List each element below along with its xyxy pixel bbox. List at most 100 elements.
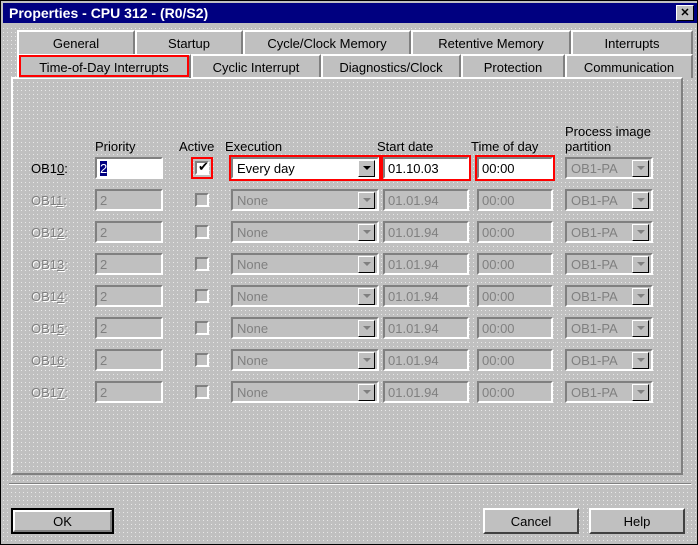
- time-of-day-input-ob14[interactable]: 00:00: [477, 285, 553, 307]
- time-of-day-input-ob17[interactable]: 00:00: [477, 381, 553, 403]
- process-image-select-ob14[interactable]: OB1-PA: [565, 285, 653, 307]
- chevron-down-icon[interactable]: [358, 319, 375, 337]
- row-label-ob10: OB10:: [31, 161, 68, 176]
- priority-input-ob17[interactable]: 2: [95, 381, 163, 403]
- tab-retentive-memory[interactable]: Retentive Memory: [411, 30, 571, 54]
- execution-value: None: [237, 224, 269, 240]
- tab-diagnostics-clock[interactable]: Diagnostics/Clock: [321, 54, 461, 78]
- priority-input-ob10[interactable]: 2: [95, 157, 163, 179]
- active-checkbox-ob17[interactable]: [195, 385, 209, 399]
- tab-label: Cycle/Clock Memory: [267, 35, 387, 51]
- start-date-input-ob10[interactable]: 01.10.03: [383, 157, 469, 179]
- chevron-down-icon[interactable]: [632, 255, 649, 273]
- priority-value: 2: [100, 352, 108, 368]
- process-image-select-ob12[interactable]: OB1-PA: [565, 221, 653, 243]
- column-header-priority: Priority: [95, 139, 136, 154]
- process-image-select-ob11[interactable]: OB1-PA: [565, 189, 653, 211]
- tab-interrupts[interactable]: Interrupts: [571, 30, 693, 54]
- column-header-time-of-day: Time of day: [471, 139, 539, 154]
- priority-value: 2: [100, 224, 108, 240]
- priority-input-ob13[interactable]: 2: [95, 253, 163, 275]
- tab-general[interactable]: General: [17, 30, 135, 54]
- chevron-down-icon[interactable]: [358, 191, 375, 209]
- start-date-input-ob16[interactable]: 01.01.94: [383, 349, 469, 371]
- time-of-day-input-ob13[interactable]: 00:00: [477, 253, 553, 275]
- active-checkbox-ob16[interactable]: [195, 353, 209, 367]
- execution-value: Every day: [237, 160, 295, 176]
- chevron-down-icon[interactable]: [358, 383, 375, 401]
- window-title: Properties - CPU 312 - (R0/S2): [9, 5, 209, 21]
- row-label-ob11: OB11:: [31, 193, 67, 208]
- priority-value: 2: [100, 160, 108, 176]
- chevron-down-icon[interactable]: [358, 223, 375, 241]
- chevron-down-icon[interactable]: [358, 287, 375, 305]
- start-date-input-ob11[interactable]: 01.01.94: [383, 189, 469, 211]
- active-checkbox-ob10[interactable]: ✔: [195, 161, 209, 175]
- priority-input-ob14[interactable]: 2: [95, 285, 163, 307]
- tab-protection[interactable]: Protection: [461, 54, 565, 78]
- start-date-input-ob13[interactable]: 01.01.94: [383, 253, 469, 275]
- execution-select-ob10[interactable]: Every day: [231, 157, 379, 179]
- chevron-down-icon[interactable]: [632, 383, 649, 401]
- active-checkbox-ob12[interactable]: [195, 225, 209, 239]
- chevron-down-icon[interactable]: [358, 351, 375, 369]
- ok-button[interactable]: OK: [11, 508, 114, 534]
- tab-cyclic-interrupt[interactable]: Cyclic Interrupt: [191, 54, 321, 78]
- start-date-input-ob12[interactable]: 01.01.94: [383, 221, 469, 243]
- process-image-select-ob15[interactable]: OB1-PA: [565, 317, 653, 339]
- execution-select-ob17[interactable]: None: [231, 381, 379, 403]
- close-glyph: ✕: [680, 6, 690, 19]
- cancel-button[interactable]: Cancel: [483, 508, 579, 534]
- tab-strip: General Startup Cycle/Clock Memory Retentiv…: [3, 25, 697, 82]
- priority-input-ob16[interactable]: 2: [95, 349, 163, 371]
- tab-label: Communication: [583, 59, 675, 75]
- execution-select-ob11[interactable]: None: [231, 189, 379, 211]
- process-image-select-ob13[interactable]: OB1-PA: [565, 253, 653, 275]
- column-header-start-date: Start date: [377, 139, 434, 154]
- priority-input-ob15[interactable]: 2: [95, 317, 163, 339]
- time-of-day-input-ob12[interactable]: 00:00: [477, 221, 553, 243]
- priority-input-ob11[interactable]: 2: [95, 189, 163, 211]
- execution-select-ob14[interactable]: None: [231, 285, 379, 307]
- time-of-day-value: 00:00: [482, 160, 515, 176]
- tab-time-of-day-interrupts[interactable]: Time-of-Day Interrupts: [17, 54, 191, 78]
- chevron-down-icon[interactable]: [632, 191, 649, 209]
- process-image-select-ob16[interactable]: OB1-PA: [565, 349, 653, 371]
- process-image-select-ob17[interactable]: OB1-PA: [565, 381, 653, 403]
- title-bar[interactable]: Properties - CPU 312 - (R0/S2) ✕: [3, 3, 697, 23]
- chevron-down-icon[interactable]: [632, 159, 649, 177]
- time-of-day-input-ob10[interactable]: 00:00: [477, 157, 553, 179]
- active-checkbox-ob15[interactable]: [195, 321, 209, 335]
- active-checkbox-ob13[interactable]: [195, 257, 209, 271]
- help-button[interactable]: Help: [589, 508, 685, 534]
- chevron-down-icon[interactable]: [358, 159, 375, 177]
- time-of-day-input-ob16[interactable]: 00:00: [477, 349, 553, 371]
- chevron-down-icon[interactable]: [358, 255, 375, 273]
- row-label-ob14: OB14:: [31, 289, 68, 304]
- chevron-down-icon[interactable]: [632, 351, 649, 369]
- start-date-input-ob14[interactable]: 01.01.94: [383, 285, 469, 307]
- tab-communication[interactable]: Communication: [565, 54, 693, 78]
- start-date-input-ob15[interactable]: 01.01.94: [383, 317, 469, 339]
- time-of-day-input-ob15[interactable]: 00:00: [477, 317, 553, 339]
- process-image-value: OB1-PA: [571, 384, 618, 400]
- time-of-day-input-ob11[interactable]: 00:00: [477, 189, 553, 211]
- priority-input-ob12[interactable]: 2: [95, 221, 163, 243]
- active-checkbox-ob14[interactable]: [195, 289, 209, 303]
- close-icon[interactable]: ✕: [676, 5, 694, 21]
- process-image-select-ob10[interactable]: OB1-PA: [565, 157, 653, 179]
- start-date-input-ob17[interactable]: 01.01.94: [383, 381, 469, 403]
- execution-select-ob12[interactable]: None: [231, 221, 379, 243]
- active-checkbox-ob11[interactable]: [195, 193, 209, 207]
- chevron-down-icon[interactable]: [632, 223, 649, 241]
- chevron-down-icon[interactable]: [632, 319, 649, 337]
- tab-cycle-clock-memory[interactable]: Cycle/Clock Memory: [243, 30, 411, 54]
- tab-content-panel: Priority Active Execution Start date Tim…: [11, 77, 683, 475]
- time-of-day-value: 00:00: [482, 320, 515, 336]
- execution-select-ob13[interactable]: None: [231, 253, 379, 275]
- execution-select-ob15[interactable]: None: [231, 317, 379, 339]
- tab-startup[interactable]: Startup: [135, 30, 243, 54]
- dialog-body: General Startup Cycle/Clock Memory Retentiv…: [3, 25, 697, 544]
- execution-select-ob16[interactable]: None: [231, 349, 379, 371]
- chevron-down-icon[interactable]: [632, 287, 649, 305]
